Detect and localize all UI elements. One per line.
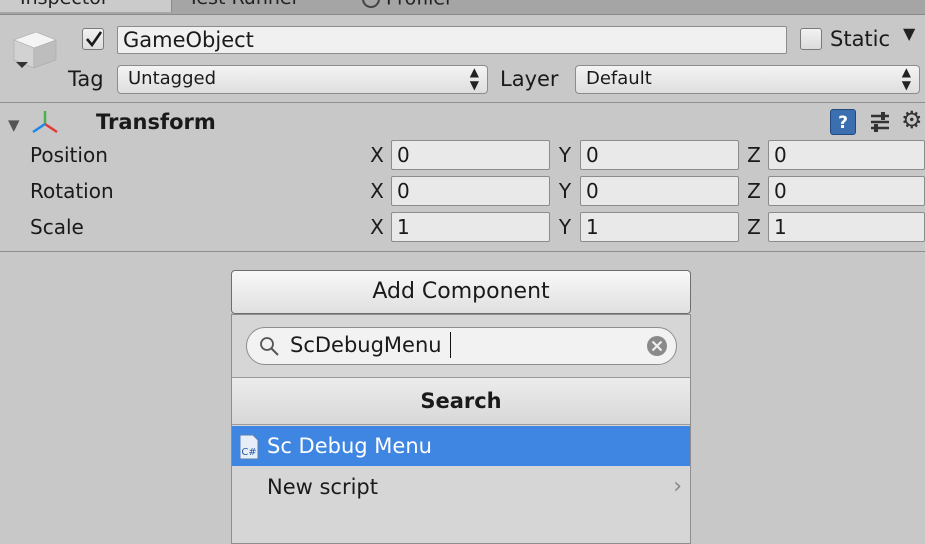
search-query: ScDebugMenu [290, 333, 442, 357]
result-item-new-script[interactable]: New script › [232, 468, 690, 506]
updown-arrows-icon: ▲ ▼ [469, 65, 479, 92]
preset-sliders-icon[interactable] [868, 110, 892, 134]
help-icon[interactable]: ? [830, 109, 856, 135]
transform-axes-icon [32, 111, 58, 134]
layer-dropdown[interactable]: Default ▲ ▼ [575, 65, 920, 94]
gameobject-cube-icon[interactable] [10, 28, 58, 72]
updown-arrows-icon: ▲ ▼ [901, 65, 911, 92]
gear-icon[interactable]: ⚙ [901, 106, 923, 134]
svg-text:C#: C# [241, 447, 256, 458]
active-checkbox[interactable] [82, 28, 104, 50]
text-caret [450, 332, 451, 358]
static-checkbox[interactable] [800, 28, 822, 50]
tag-dropdown[interactable]: Untagged ▲ ▼ [117, 65, 488, 94]
check-icon [86, 31, 103, 48]
scale-z-field[interactable]: 1 [768, 212, 925, 242]
axis-z-label: Z [747, 215, 761, 239]
static-label: Static [830, 27, 891, 51]
rotation-z-field[interactable]: 0 [768, 176, 925, 206]
axis-z-label: Z [747, 143, 761, 167]
search-results-header: Search [232, 377, 690, 425]
axis-z-label: Z [747, 179, 761, 203]
position-y-field[interactable]: 0 [580, 140, 739, 170]
tag-label: Tag [68, 67, 104, 91]
rotation-label: Rotation [30, 179, 114, 203]
clear-search-icon[interactable] [646, 335, 668, 357]
scale-x-field[interactable]: 1 [391, 212, 550, 242]
scale-y-field[interactable]: 1 [580, 212, 739, 242]
divider [0, 251, 925, 252]
position-z-field[interactable]: 0 [768, 140, 925, 170]
clock-icon [362, 0, 380, 8]
search-icon [260, 337, 279, 356]
rotation-y-field[interactable]: 0 [580, 176, 739, 206]
axis-x-label: X [370, 143, 384, 167]
chevron-right-icon: › [673, 474, 682, 499]
divider [0, 102, 925, 103]
gameobject-name-field[interactable]: GameObject [117, 26, 787, 54]
foldout-arrow-icon[interactable]: ▼ [8, 116, 20, 134]
layer-label: Layer [500, 67, 559, 91]
tab-inspector[interactable]: Inspector [0, 0, 172, 12]
tab-test-runner[interactable]: Test Runner [188, 0, 299, 12]
csharp-script-icon: C# [239, 434, 259, 460]
tab-profiler[interactable]: Profiler [362, 0, 453, 12]
position-label: Position [30, 143, 108, 167]
scale-label: Scale [30, 215, 84, 239]
rotation-x-field[interactable]: 0 [391, 176, 550, 206]
result-item-sc-debug-menu[interactable]: C# Sc Debug Menu [232, 426, 690, 466]
add-component-button[interactable]: Add Component [231, 270, 691, 314]
axis-y-label: Y [558, 215, 572, 239]
axis-y-label: Y [558, 143, 572, 167]
position-x-field[interactable]: 0 [391, 140, 550, 170]
axis-x-label: X [370, 179, 384, 203]
axis-y-label: Y [558, 179, 572, 203]
axis-x-label: X [370, 215, 384, 239]
static-dropdown-icon[interactable]: ▼ [903, 24, 915, 43]
component-title: Transform [96, 110, 216, 134]
